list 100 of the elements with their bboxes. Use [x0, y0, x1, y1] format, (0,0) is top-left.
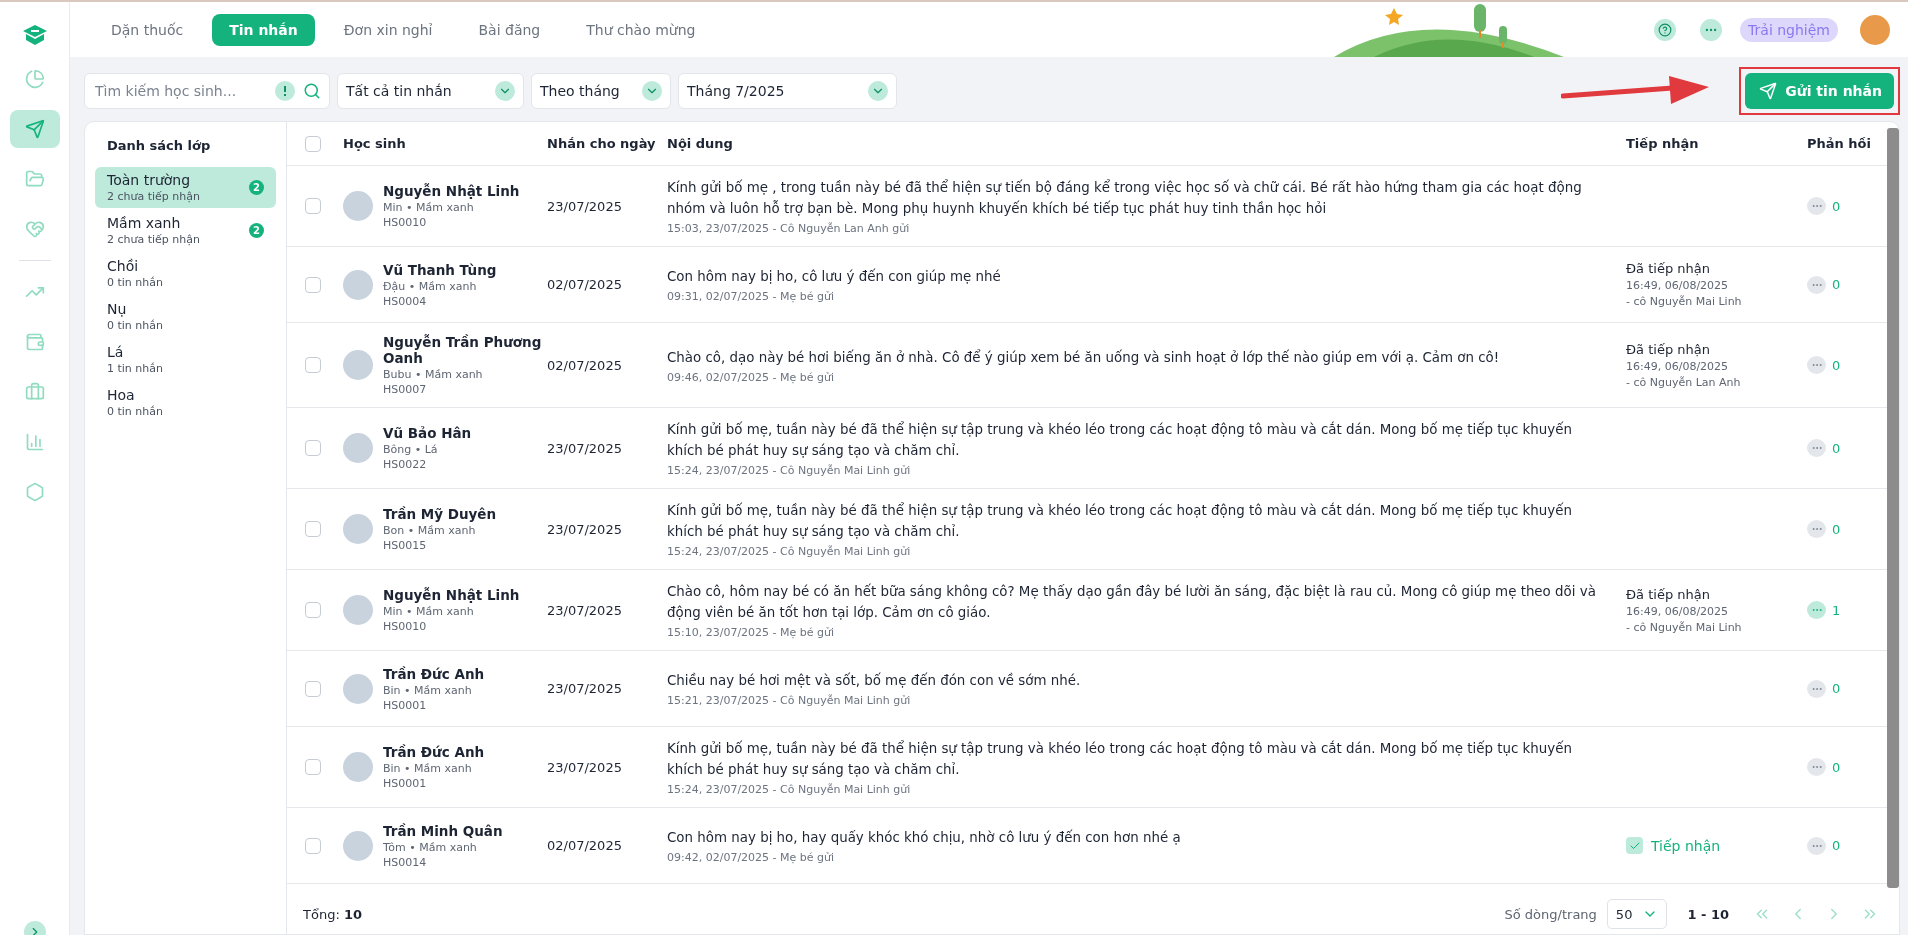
class-subtitle: 0 tin nhắn: [107, 276, 164, 289]
reply-count: 0: [1832, 838, 1841, 853]
checkbox[interactable]: [305, 357, 321, 373]
checkbox[interactable]: [305, 198, 321, 214]
check-icon: [1626, 837, 1643, 854]
student-name: Nguyễn Nhật Linh: [383, 587, 520, 603]
more-button[interactable]: [1700, 18, 1723, 41]
message-meta: 09:46, 02/07/2025 - Mẹ bé gửi: [667, 370, 836, 384]
student-name: Trần Mỹ Duyên: [383, 506, 497, 522]
chat-bubble-icon[interactable]: [1807, 679, 1826, 698]
column-header: Nội dung: [667, 136, 734, 151]
student-code: HS0001: [383, 777, 428, 790]
avatar-placeholder: [343, 595, 373, 625]
search-field[interactable]: Tìm kiếm học sinh...: [84, 73, 330, 109]
reply-count: 0: [1832, 759, 1841, 775]
send-icon: [24, 119, 45, 139]
student-name: Nguyễn Nhật Linh: [383, 183, 520, 199]
tab[interactable]: Thư chào mừng: [569, 13, 713, 46]
student-info: Bin • Mầm xanh: [383, 762, 473, 775]
chat-bubble-icon[interactable]: [1807, 836, 1826, 855]
message-text: Kính gửi bố mẹ, tuần này bé đã thể hiện sự tập trung và khéo léo trong các hoạt động tô màu và cắt dán. Mong bố mẹ tiếp tục khuyến khích bé phát huy sự sáng tạo và chăm chỉ.: [667, 420, 1573, 460]
rows-per-page-select[interactable]: 50: [1606, 899, 1668, 929]
checkbox[interactable]: [305, 135, 321, 152]
student-name: Trần Đức Anh: [383, 665, 485, 682]
wallet-icon: [24, 332, 45, 352]
help-button[interactable]: [1654, 18, 1677, 41]
class-item[interactable]: Chồi 0 tin nhắn: [95, 253, 276, 294]
checkbox[interactable]: [305, 521, 321, 537]
reply-count: 1: [1832, 602, 1841, 618]
chat-bubble-icon[interactable]: [1807, 275, 1826, 294]
message-meta: 15:21, 23/07/2025 - Cô Nguyễn Mai Linh gửi: [667, 694, 912, 707]
class-item[interactable]: Toàn trường 2 chưa tiếp nhận 2: [95, 167, 276, 208]
student-name: Vũ Thanh Tùng: [383, 261, 497, 278]
class-item[interactable]: Lá 1 tin nhắn: [95, 339, 276, 380]
student-name: Trần Đức Anh: [383, 744, 485, 760]
filter-dropdown[interactable]: Tất cả tin nhắn: [337, 73, 524, 109]
avatar-placeholder: [343, 191, 373, 221]
class-name: Lá: [107, 344, 125, 360]
chat-bubble-icon[interactable]: [1807, 520, 1826, 538]
student-info: Bin • Mầm xanh: [383, 683, 473, 697]
sidebar-button[interactable]: [9, 110, 60, 148]
filter-dropdown[interactable]: Tháng 7/2025: [678, 73, 897, 109]
student-code: HS0010: [383, 216, 428, 229]
checkbox[interactable]: [305, 440, 321, 456]
class-subtitle: 1 tin nhắn: [107, 362, 164, 375]
search-input[interactable]: Tìm kiếm học sinh...: [93, 82, 267, 100]
student-info: Bon • Mầm xanh: [383, 524, 477, 537]
student-info: Bông • Lá: [383, 443, 439, 456]
count-badge: 2: [249, 180, 264, 195]
checkbox[interactable]: [305, 759, 321, 775]
help-icon: [1658, 22, 1673, 37]
chat-bubble-icon[interactable]: [1807, 601, 1826, 619]
date-cell-text: 02/07/2025: [547, 838, 623, 853]
chat-bubble-icon[interactable]: [1807, 439, 1826, 457]
filter-dropdown[interactable]: Theo tháng: [531, 73, 671, 109]
column-header: Nhắn cho ngày: [547, 136, 657, 151]
student-code: HS0004: [383, 294, 428, 308]
date-cell-text: 23/07/2025: [547, 759, 623, 775]
pie-chart-icon: [24, 69, 45, 89]
reply-count: 0: [1832, 357, 1841, 373]
student-info: Tôm • Mầm xanh: [383, 840, 478, 854]
receipt-by: - cô Nguyễn Mai Linh: [1626, 295, 1743, 308]
class-name: Mầm xanh: [107, 215, 182, 231]
receipt-by: - cô Nguyễn Lan Anh: [1626, 375, 1742, 389]
checkbox[interactable]: [305, 602, 321, 618]
student-code: HS0010: [383, 620, 428, 633]
message-text: Kính gửi bố mẹ, tuần này bé đã thể hiện sự tập trung và khéo léo trong các hoạt động tô màu và cắt dán. Mong bố mẹ tiếp tục khuyến khích bé phát huy sự sáng tạo và chăm chỉ.: [667, 739, 1573, 779]
avatar-placeholder: [343, 514, 373, 544]
message-meta: 15:24, 23/07/2025 - Cô Nguyễn Mai Linh gửi: [667, 545, 912, 558]
hexagon-icon: [24, 482, 45, 502]
receipt-time: 16:49, 06/08/2025: [1626, 359, 1730, 373]
checkbox[interactable]: [305, 276, 321, 293]
folder-icon: [24, 169, 45, 189]
tab[interactable]: Đơn xin nghỉ: [326, 13, 450, 46]
search-icon[interactable]: [303, 82, 321, 100]
reply-count: 0: [1832, 681, 1841, 696]
checkbox[interactable]: [305, 680, 321, 697]
student-info: Đậu • Mầm xanh: [383, 279, 478, 293]
date-cell-text: 23/07/2025: [547, 440, 623, 456]
avatar-placeholder: [343, 673, 373, 704]
class-name: Nụ: [107, 301, 128, 317]
chevron-down-icon: [642, 81, 662, 101]
class-item[interactable]: Hoa 0 tin nhắn: [95, 382, 276, 423]
student-name: Trần Minh Quân: [383, 822, 503, 839]
message-text: Chiều nay bé hơi mệt và sốt, bố mẹ đến đón con về sớm nhé.: [667, 671, 1082, 690]
tab[interactable]: Bài đăng: [461, 13, 558, 46]
chat-bubble-icon[interactable]: [1807, 356, 1826, 374]
user-avatar[interactable]: [1860, 14, 1890, 45]
chat-bubble-icon[interactable]: [1807, 197, 1826, 215]
class-item[interactable]: Mầm xanh 2 chưa tiếp nhận 2: [95, 210, 276, 251]
student-code: HS0001: [383, 698, 428, 712]
class-item[interactable]: Nụ 0 tin nhắn: [95, 296, 276, 337]
chat-bubble-icon[interactable]: [1807, 758, 1826, 776]
checkbox[interactable]: [305, 837, 321, 854]
page-range: 1 - 10: [1687, 906, 1729, 922]
class-subtitle: 0 tin nhắn: [107, 405, 164, 418]
tab[interactable]: Dặn thuốc: [94, 13, 201, 46]
column-header: Tiếp nhận: [1626, 136, 1700, 151]
class-subtitle: 2 chưa tiếp nhận: [107, 190, 201, 203]
class-name: Toàn trường: [107, 172, 192, 188]
